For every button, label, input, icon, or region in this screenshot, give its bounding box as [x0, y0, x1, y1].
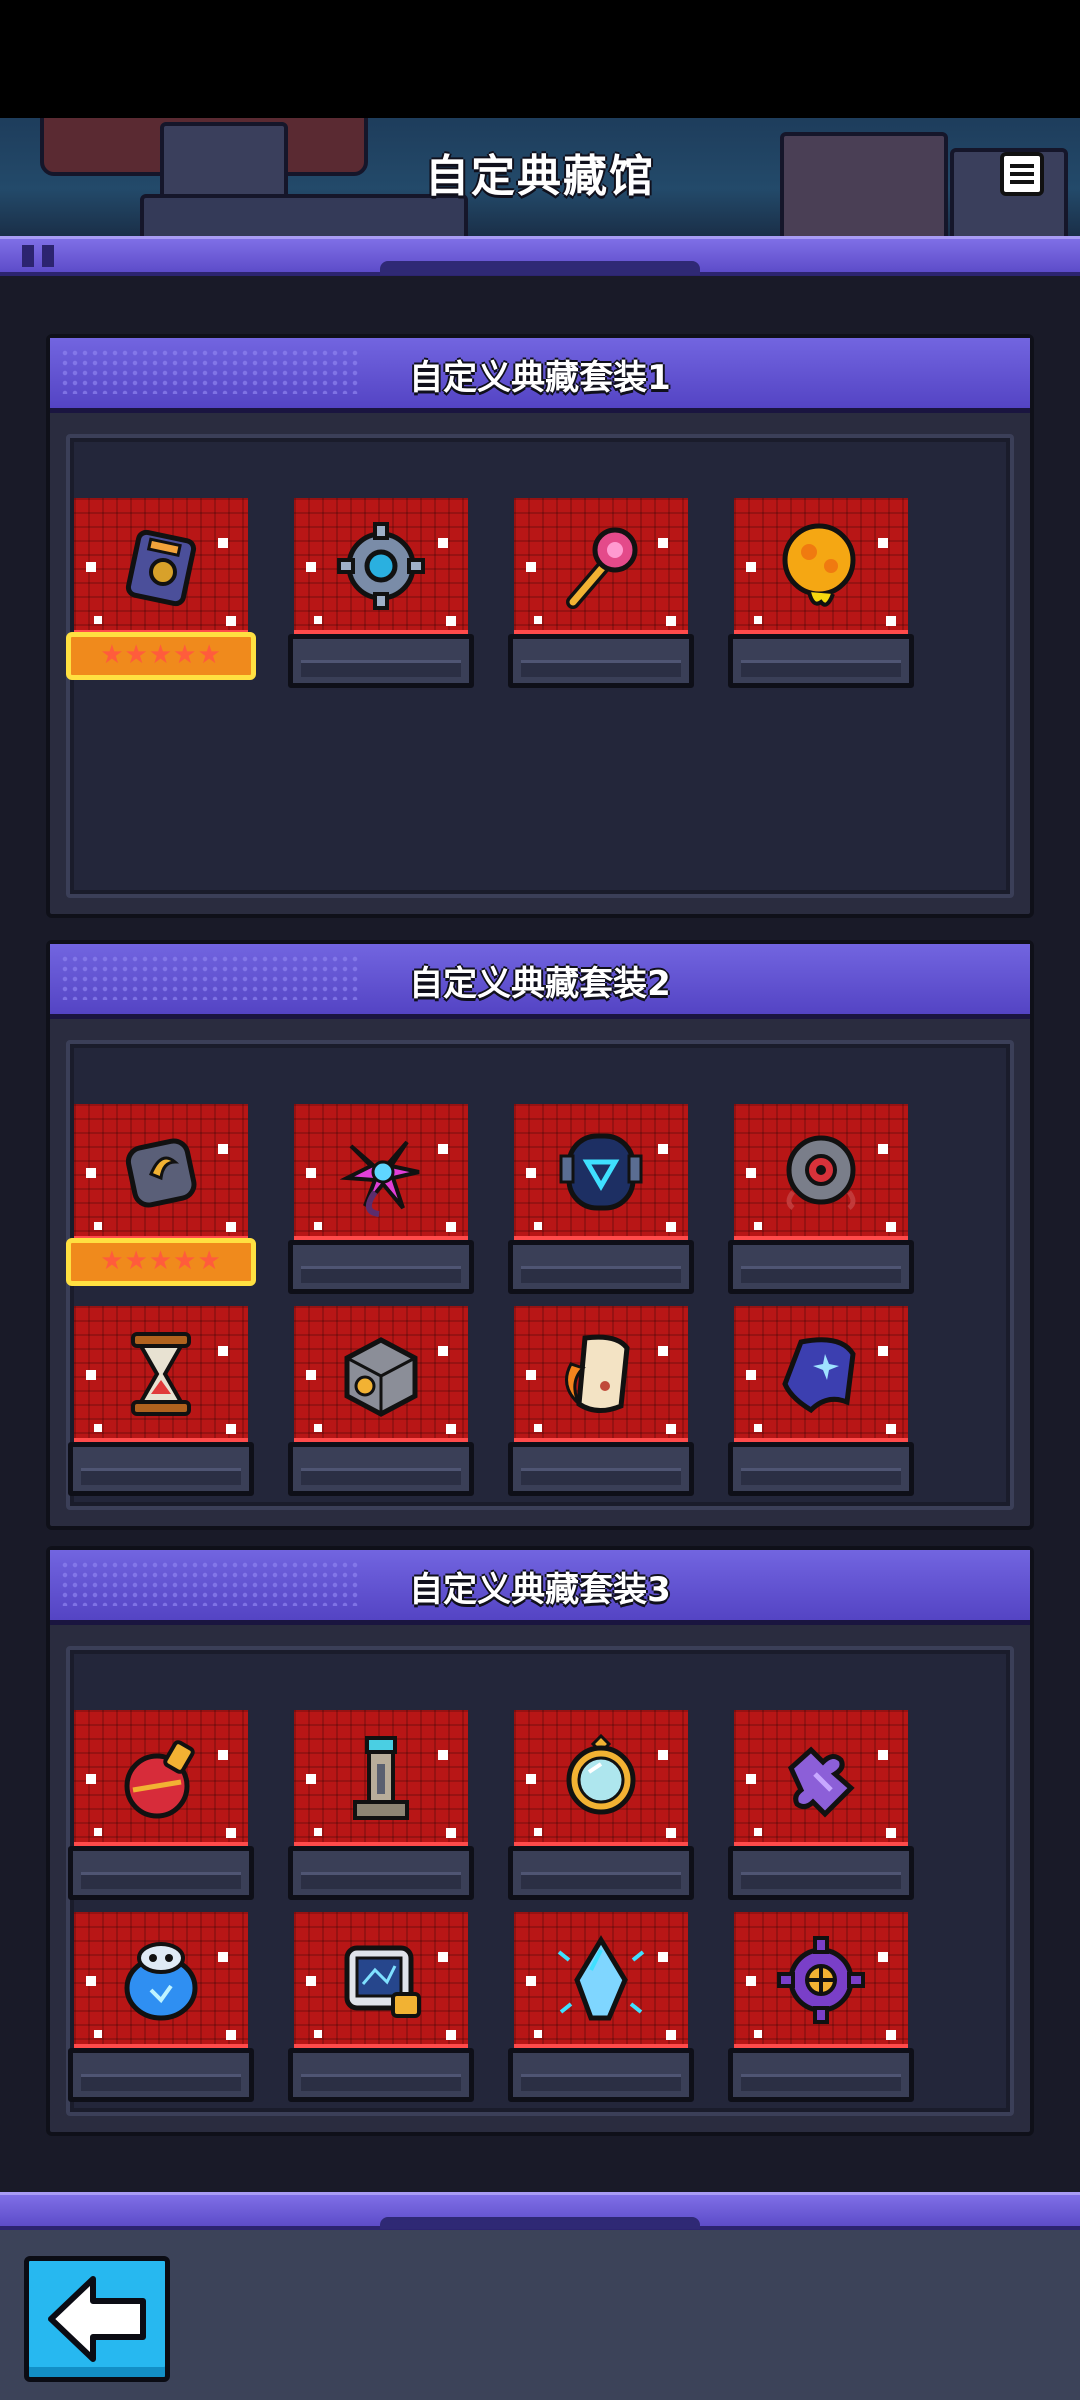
footer [0, 2230, 1080, 2400]
circuit-screen-icon [344, 1945, 421, 2018]
red-potion-icon [124, 1740, 195, 1819]
slot-pedestal [508, 1240, 694, 1294]
hourglass-icon [131, 1332, 191, 1416]
collection-slot[interactable] [508, 1104, 694, 1294]
robot-helmet-icon [559, 1133, 643, 1211]
purple-gear-icon [777, 1936, 865, 2024]
collection-slot[interactable] [508, 498, 694, 688]
collection-slot[interactable] [728, 1104, 914, 1294]
purple-puzzle-icon [787, 1746, 855, 1818]
slot-pedestal [728, 2048, 914, 2102]
collection-slot[interactable] [288, 498, 474, 688]
collection-slot[interactable]: ★★★★★ [66, 1104, 256, 1294]
slot-pedestal [288, 1240, 474, 1294]
lock-dice-icon [344, 1337, 418, 1417]
collection-slot[interactable] [68, 1306, 254, 1496]
magic-flower-icon [339, 1140, 420, 1217]
collection-slot[interactable]: ★★★★★ [66, 498, 256, 688]
star-rating-badge: ★★★★★ [66, 1238, 256, 1286]
mirror-icon [566, 1733, 636, 1815]
star-rating-badge: ★★★★★ [66, 632, 256, 680]
slot-pedestal [288, 2048, 474, 2102]
slot-pedestal [508, 1442, 694, 1496]
ice-crystal-icon [557, 1935, 645, 2021]
collection-slot[interactable] [728, 1710, 914, 1900]
back-arrow-icon [48, 2276, 146, 2362]
status-bar [0, 0, 1080, 118]
collection-slot[interactable] [728, 498, 914, 688]
collection-slot[interactable] [728, 1912, 914, 2102]
slot-pedestal [728, 1846, 914, 1900]
set-title: 自定义典藏套装3 [409, 1570, 671, 1610]
collection-slot[interactable] [68, 1912, 254, 2102]
collection-set-1: 自定义典藏套装1 ★★★★★ [46, 334, 1034, 918]
slot-pedestal [68, 1846, 254, 1900]
slot-pedestal [728, 634, 914, 688]
header: 自定典藏馆 [0, 118, 1080, 236]
collection-slot[interactable] [508, 1710, 694, 1900]
slime-orb-icon [782, 523, 856, 607]
horn-stone-icon [125, 1138, 197, 1208]
back-button[interactable] [24, 2256, 170, 2382]
star-cloak-icon [782, 1337, 856, 1414]
ruby-wand-icon [566, 527, 638, 609]
slot-pedestal [68, 2048, 254, 2102]
collection-list: 自定义典藏套装1 ★★★★★ 自定义典藏套装2 ★★★★★ 自定义典藏套装3 [0, 276, 1080, 2192]
flame-scroll-icon [565, 1334, 630, 1413]
pillar-tower-icon [353, 1736, 409, 1820]
slot-pedestal [68, 1442, 254, 1496]
set-title: 自定义典藏套装1 [409, 358, 671, 398]
top-divider-bar [0, 236, 1080, 276]
slot-pedestal [508, 2048, 694, 2102]
collection-slot[interactable] [288, 1104, 474, 1294]
ice-robot-icon [124, 1942, 198, 2021]
device-box-icon [125, 529, 197, 607]
collection-set-3: 自定义典藏套装3 [46, 1546, 1034, 2136]
bottom-divider-bar [0, 2192, 1080, 2230]
slot-pedestal [728, 1442, 914, 1496]
red-eye-orb-icon [786, 1135, 856, 1210]
slot-pedestal [288, 634, 474, 688]
collection-slot[interactable] [288, 1306, 474, 1496]
collection-slot[interactable] [68, 1710, 254, 1900]
slot-pedestal [288, 1846, 474, 1900]
collection-slot[interactable] [508, 1912, 694, 2102]
slot-pedestal [288, 1442, 474, 1496]
set-title: 自定义典藏套装2 [409, 964, 671, 1004]
gear-icon [337, 522, 425, 610]
collection-slot[interactable] [288, 1912, 474, 2102]
list-menu-icon[interactable] [1000, 152, 1044, 196]
page-title: 自定典藏馆 [425, 151, 655, 202]
slot-pedestal [728, 1240, 914, 1294]
slot-pedestal [508, 1846, 694, 1900]
collection-set-2: 自定义典藏套装2 ★★★★★ [46, 940, 1034, 1530]
collection-slot[interactable] [728, 1306, 914, 1496]
collection-slot[interactable] [508, 1306, 694, 1496]
slot-pedestal [508, 634, 694, 688]
collection-slot[interactable] [288, 1710, 474, 1900]
